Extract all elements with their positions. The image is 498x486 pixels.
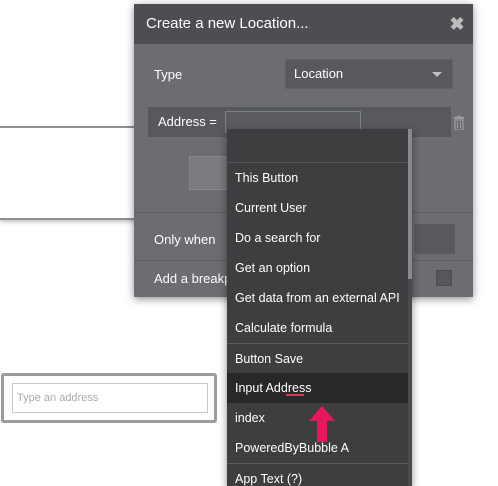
chevron-down-icon xyxy=(432,72,442,77)
canvas-group-element[interactable] xyxy=(0,126,136,220)
type-select-value: Location xyxy=(294,66,344,81)
dropdown-item[interactable]: This Button xyxy=(227,163,412,193)
dropdown-item[interactable]: Get data from an external API xyxy=(227,283,412,313)
dropdown-item[interactable]: Input Address xyxy=(227,373,412,403)
add-field-button[interactable] xyxy=(189,156,229,190)
dropdown-item[interactable]: Current User xyxy=(227,193,412,223)
address-input-group[interactable] xyxy=(1,373,217,423)
dropdown-item[interactable]: Do a search for xyxy=(227,223,412,253)
dropdown-item[interactable]: Get an option xyxy=(227,253,412,283)
only-when-label: Only when xyxy=(154,232,216,247)
dropdown-item[interactable]: Button Save xyxy=(227,343,412,373)
breakpoint-checkbox[interactable] xyxy=(436,270,452,286)
only-when-field[interactable] xyxy=(415,224,455,254)
close-icon[interactable]: ✖ xyxy=(447,4,467,44)
dropdown-item[interactable]: Calculate formula xyxy=(227,313,412,343)
address-field-label: Address = xyxy=(158,114,217,129)
panel-title: Create a new Location... xyxy=(146,15,309,32)
type-label: Type xyxy=(154,67,183,82)
error-underline xyxy=(286,394,304,396)
trash-icon[interactable] xyxy=(453,116,465,130)
panel-header: Create a new Location... ✖ xyxy=(134,4,473,44)
dropdown-scrollbar-thumb[interactable] xyxy=(408,129,412,279)
dropdown-blank-row xyxy=(227,129,412,163)
dropdown-item[interactable]: App Text (?) xyxy=(227,463,412,486)
dropdown-scrollbar[interactable] xyxy=(408,129,412,486)
up-arrow-annotation-icon xyxy=(309,406,335,442)
address-input[interactable] xyxy=(12,383,208,413)
add-breakpoint-label: Add a breakp xyxy=(154,271,232,286)
type-select[interactable]: Location xyxy=(285,59,453,89)
